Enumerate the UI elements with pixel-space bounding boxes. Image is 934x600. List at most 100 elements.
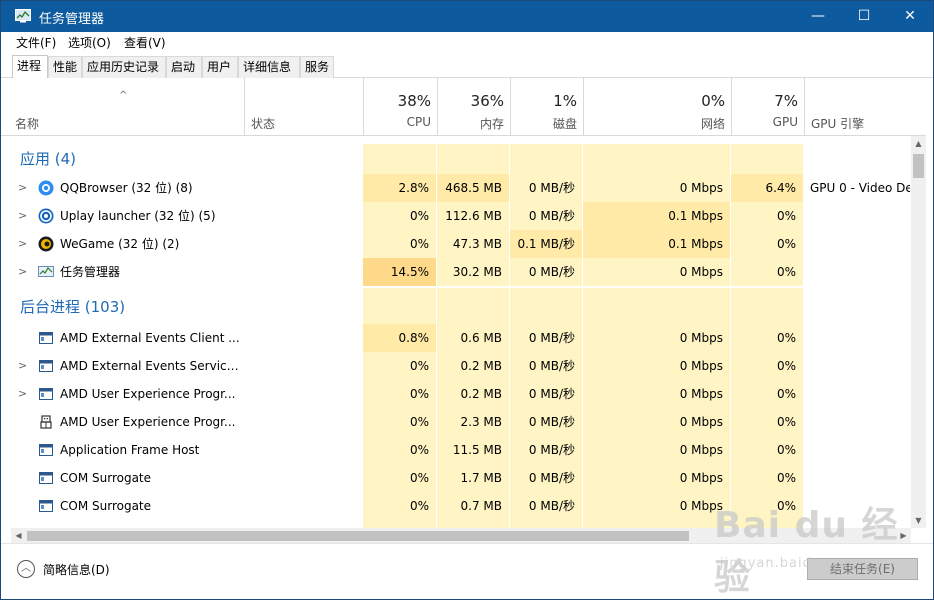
tab-bar: 进程 性能 应用历史记录 启动 用户 详细信息 服务 <box>1 52 933 78</box>
minimize-button[interactable]: — <box>795 1 841 32</box>
process-name: Uplay launcher (32 位) (5) <box>60 209 216 223</box>
table-row[interactable]: > QQBrowser (32 位) (8) 2.8% 468.5 MB 0 M… <box>1 174 911 202</box>
title-bar[interactable]: 任务管理器 — ☐ ✕ <box>1 1 933 32</box>
column-gpu[interactable]: 7% GPU <box>731 78 804 136</box>
gpu-cell: 0% <box>731 436 804 464</box>
fewer-details-link[interactable]: 简略信息(D) <box>43 561 110 578</box>
process-name: AMD User Experience Progr... <box>60 387 236 401</box>
scroll-down-icon[interactable]: ▼ <box>911 513 926 528</box>
cpu-cell: 0% <box>363 408 437 436</box>
table-row[interactable]: > Uplay launcher (32 位) (5) 0% 112.6 MB … <box>1 202 911 230</box>
close-button[interactable]: ✕ <box>887 1 933 32</box>
gpu-total: 7% <box>774 92 798 110</box>
table-row[interactable]: > WeGame (32 位) (2) 0% 47.3 MB 0.1 MB/秒 … <box>1 230 911 258</box>
horizontal-scrollbar[interactable]: ◀ ▶ <box>11 528 911 543</box>
chevron-right-icon[interactable]: > <box>18 202 27 230</box>
cpu-total: 38% <box>397 92 431 110</box>
memory-cell: 0.2 MB <box>437 380 510 408</box>
column-status[interactable]: 状态 <box>244 78 363 136</box>
network-cell: 0.1 Mbps <box>583 202 731 230</box>
disk-cell: 0 MB/秒 <box>510 352 583 380</box>
menu-view[interactable]: 查看(V) <box>124 34 166 51</box>
table-row[interactable]: > AMD User Experience Progr... 0% 0.2 MB… <box>1 380 911 408</box>
table-row[interactable]: AMD User Experience Progr... 0% 2.3 MB 0… <box>1 408 911 436</box>
column-cpu[interactable]: 38% CPU <box>363 78 437 136</box>
table-row[interactable]: COM Surrogate 0% 0.7 MB 0 MB/秒 0 Mbps 0% <box>1 492 911 520</box>
tab-details[interactable]: 详细信息 <box>238 56 300 78</box>
memory-cell: 0.2 MB <box>437 352 510 380</box>
vertical-scroll-thumb[interactable] <box>913 154 924 178</box>
tab-startup[interactable]: 启动 <box>166 56 202 78</box>
scroll-right-icon[interactable]: ▶ <box>896 528 911 543</box>
tab-performance[interactable]: 性能 <box>48 56 82 78</box>
column-disk[interactable]: 1% 磁盘 <box>510 78 583 136</box>
tab-processes[interactable]: 进程 <box>12 55 48 78</box>
tab-app-history[interactable]: 应用历史记录 <box>82 56 166 78</box>
memory-cell: 468.5 MB <box>437 174 510 202</box>
gpu-cell: 0% <box>731 352 804 380</box>
window-title: 任务管理器 <box>39 12 105 27</box>
table-row-partial <box>1 520 911 528</box>
disk-cell: 0 MB/秒 <box>510 324 583 352</box>
table-row[interactable]: > 任务管理器 14.5% 30.2 MB 0 MB/秒 0 Mbps 0% <box>1 258 911 286</box>
network-cell: 0 Mbps <box>583 436 731 464</box>
disk-cell: 0 MB/秒 <box>510 174 583 202</box>
footer-bar: ︿ 简略信息(D) 结束任务(E) <box>1 543 933 599</box>
group-header-background[interactable]: 后台进程 (103) <box>1 288 911 324</box>
column-gpu-engine[interactable]: GPU 引擎 <box>804 78 926 136</box>
service-window-icon <box>39 500 53 512</box>
network-cell: 0 Mbps <box>583 408 731 436</box>
chevron-right-icon[interactable]: > <box>18 380 27 408</box>
disk-cell: 0 MB/秒 <box>510 464 583 492</box>
cpu-cell: 0% <box>363 230 437 258</box>
horizontal-scroll-thumb[interactable] <box>27 531 689 541</box>
scroll-up-icon[interactable]: ▲ <box>911 136 926 151</box>
network-cell: 0 Mbps <box>583 492 731 520</box>
table-row[interactable]: COM Surrogate 0% 1.7 MB 0 MB/秒 0 Mbps 0% <box>1 464 911 492</box>
memory-cell: 2.3 MB <box>437 408 510 436</box>
end-task-button[interactable]: 结束任务(E) <box>807 558 918 580</box>
uplay-icon <box>38 208 54 224</box>
service-window-icon <box>39 472 53 484</box>
cpu-cell: 0% <box>363 436 437 464</box>
table-row[interactable]: Application Frame Host 0% 11.5 MB 0 MB/秒… <box>1 436 911 464</box>
scroll-left-icon[interactable]: ◀ <box>11 528 26 543</box>
cpu-cell: 0% <box>363 464 437 492</box>
memory-cell: 0.7 MB <box>437 492 510 520</box>
chevron-right-icon[interactable]: > <box>18 352 27 380</box>
disk-cell: 0 MB/秒 <box>510 436 583 464</box>
gpu-cell: 0% <box>731 380 804 408</box>
column-memory[interactable]: 36% 内存 <box>437 78 510 136</box>
tab-services[interactable]: 服务 <box>300 56 334 78</box>
disk-cell: 0.1 MB/秒 <box>510 230 583 258</box>
cpu-cell: 2.8% <box>363 174 437 202</box>
cpu-cell: 0% <box>363 352 437 380</box>
cpu-cell: 0% <box>363 492 437 520</box>
task-manager-icon <box>15 9 31 23</box>
vertical-scrollbar[interactable]: ▲ ▼ <box>911 136 926 528</box>
disk-cell: 0 MB/秒 <box>510 380 583 408</box>
process-name: COM Surrogate <box>60 471 152 485</box>
menu-file[interactable]: 文件(F) <box>16 34 56 51</box>
process-name: AMD External Events Client ... <box>60 331 240 345</box>
group-header-apps[interactable]: 应用 (4) <box>1 144 911 174</box>
maximize-button[interactable]: ☐ <box>841 1 887 32</box>
network-cell: 0 Mbps <box>583 380 731 408</box>
process-name: QQBrowser (32 位) (8) <box>60 181 193 195</box>
table-row[interactable]: > AMD External Events Service ... 0% 0.2… <box>1 352 911 380</box>
network-cell: 0.1 Mbps <box>583 230 731 258</box>
column-network[interactable]: 0% 网络 <box>583 78 731 136</box>
chevron-right-icon[interactable]: > <box>18 230 27 258</box>
table-row[interactable]: AMD External Events Client ... 0.8% 0.6 … <box>1 324 911 352</box>
chevron-right-icon[interactable]: > <box>18 258 27 286</box>
disk-cell: 0 MB/秒 <box>510 408 583 436</box>
menu-options[interactable]: 选项(O) <box>68 34 111 51</box>
column-name[interactable]: 名称 <box>1 78 244 136</box>
process-name: WeGame (32 位) (2) <box>60 237 180 251</box>
tab-users[interactable]: 用户 <box>202 56 238 78</box>
service-window-icon <box>39 388 53 400</box>
memory-cell: 47.3 MB <box>437 230 510 258</box>
chevron-right-icon[interactable]: > <box>18 174 27 202</box>
chevron-up-circle-icon[interactable]: ︿ <box>17 560 35 578</box>
cpu-cell: 0% <box>363 202 437 230</box>
